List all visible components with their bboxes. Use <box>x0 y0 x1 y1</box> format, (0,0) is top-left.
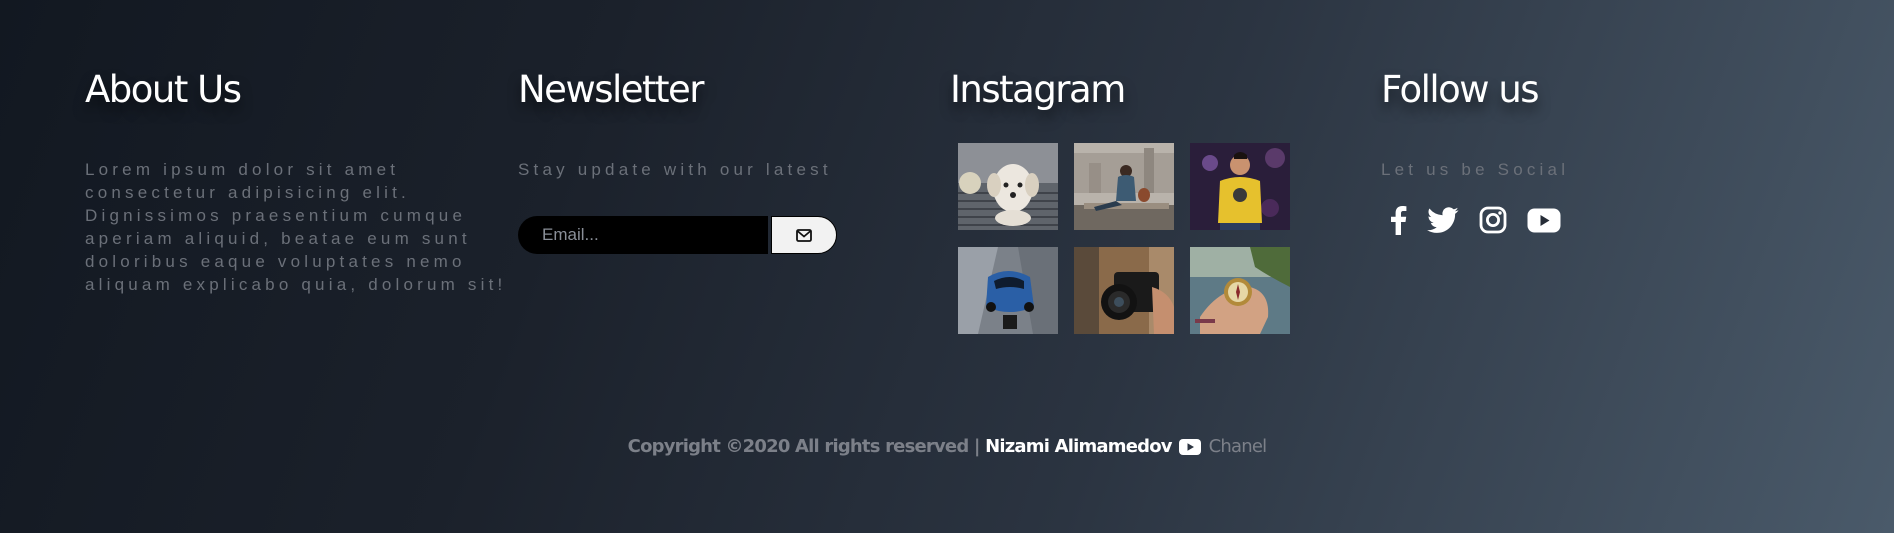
newsletter-title: Newsletter <box>518 68 705 111</box>
subscribe-button[interactable] <box>771 216 837 254</box>
about-section: About Us Lorem ipsum dolor sit amet cons… <box>85 68 525 296</box>
dog-photo[interactable] <box>958 143 1058 230</box>
envelope-icon <box>796 228 812 242</box>
camera-photo[interactable] <box>1074 247 1174 334</box>
blue-car-photo[interactable] <box>958 247 1058 334</box>
instagram-icon <box>1479 206 1507 234</box>
facebook-icon <box>1391 206 1407 235</box>
footer-copyright: Copyright ©2020 All rights reserved | Ni… <box>0 436 1894 457</box>
newsletter-form <box>518 216 838 254</box>
social-links <box>1389 205 1681 235</box>
instagram-grid <box>958 143 1310 334</box>
newsletter-section: Newsletter Stay update with our latest <box>518 68 838 254</box>
man-yellow-sweater-photo[interactable] <box>1190 143 1290 230</box>
facebook-link[interactable] <box>1389 205 1407 235</box>
follow-section: Follow us Let us be Social <box>1381 68 1681 235</box>
newsletter-subtitle: Stay update with our latest <box>518 160 832 179</box>
channel-link[interactable]: Chanel <box>1209 436 1267 457</box>
about-text: Lorem ipsum dolor sit amet consectetur a… <box>85 160 507 294</box>
instagram-section: Instagram <box>950 68 1310 334</box>
follow-subtitle: Let us be Social <box>1381 160 1570 179</box>
woman-city-photo[interactable] <box>1074 143 1174 230</box>
follow-title: Follow us <box>1381 68 1540 111</box>
twitter-link[interactable] <box>1427 206 1459 234</box>
about-title: About Us <box>85 68 242 111</box>
instagram-title: Instagram <box>950 68 1126 111</box>
youtube-icon <box>1527 208 1561 232</box>
twitter-icon <box>1427 206 1459 233</box>
youtube-icon <box>1179 439 1202 455</box>
copyright-text: Copyright ©2020 All rights reserved | <box>627 436 981 457</box>
instagram-link[interactable] <box>1479 206 1507 234</box>
youtube-link[interactable] <box>1527 208 1561 233</box>
email-input[interactable] <box>518 216 768 254</box>
author-name[interactable]: Nizami Alimamedov <box>985 436 1172 457</box>
compass-photo[interactable] <box>1190 247 1290 334</box>
